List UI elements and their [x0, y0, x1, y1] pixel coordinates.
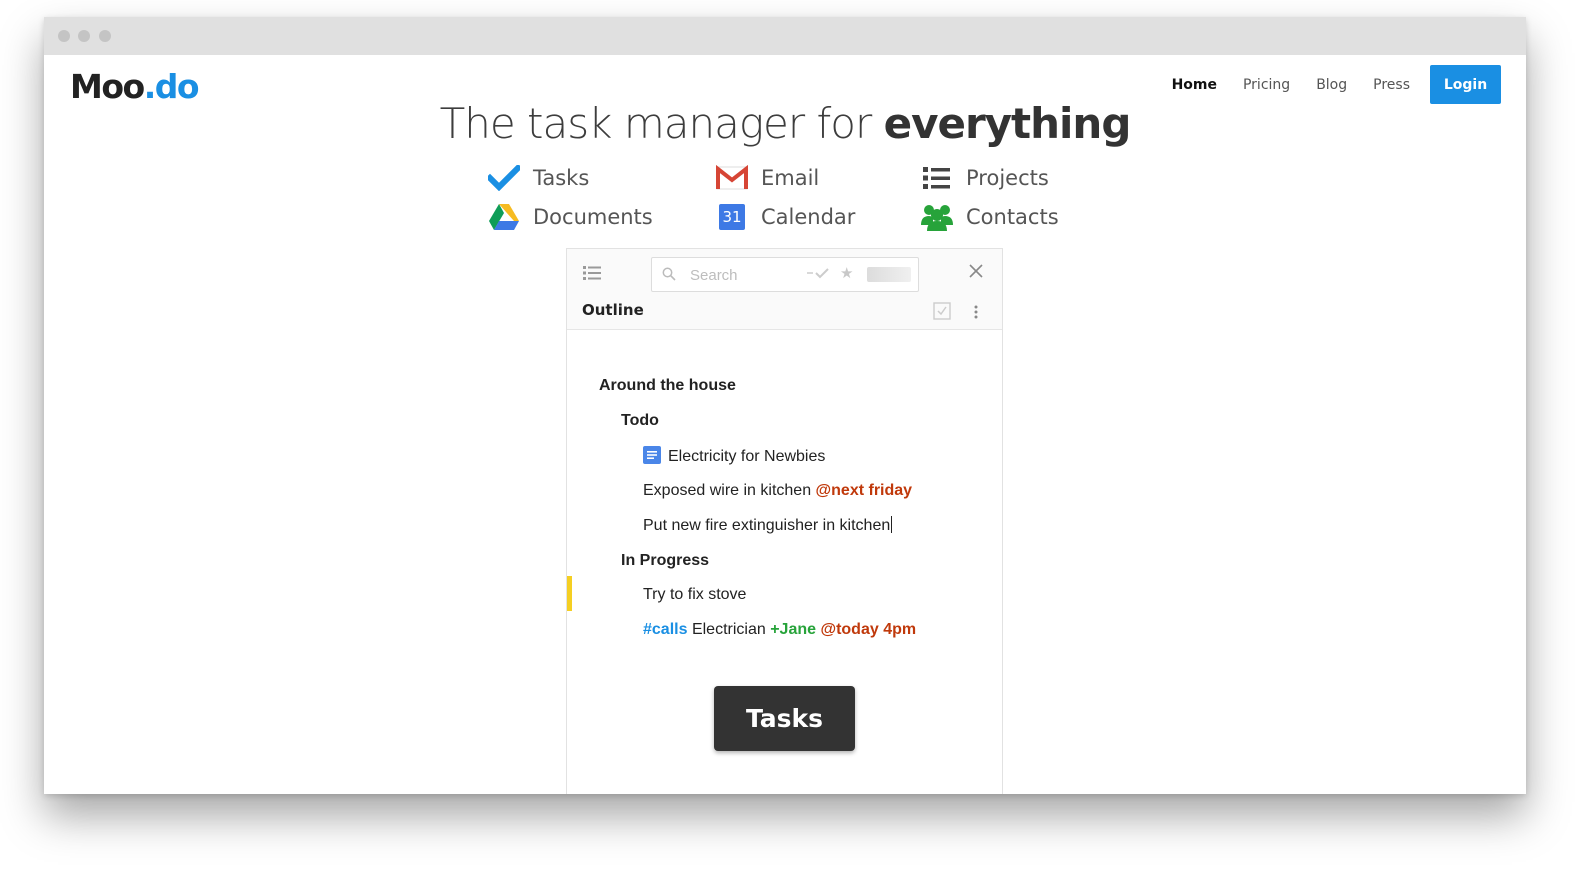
- electrician-text: Electrician: [691, 621, 766, 638]
- window-minimize-dot[interactable]: [78, 30, 90, 42]
- outline-title: Outline: [582, 301, 644, 319]
- hashtag[interactable]: #calls: [643, 621, 687, 638]
- headline-regular: The task manager for: [439, 99, 873, 148]
- drive-icon: [487, 202, 521, 232]
- in-progress-flag: [567, 576, 572, 611]
- outline-item-stove[interactable]: Try to fix stove: [643, 585, 746, 605]
- browser-titlebar: [44, 17, 1526, 55]
- outline-item-extinguisher[interactable]: Put new fire extinguisher in kitchen: [643, 516, 893, 536]
- outline-item-electrician[interactable]: #calls Electrician +Jane @today 4pm: [643, 620, 916, 640]
- window-maximize-dot[interactable]: [99, 30, 111, 42]
- nav-home[interactable]: Home: [1172, 77, 1217, 93]
- feature-documents: Documents: [487, 202, 653, 232]
- tasks-tooltip: Tasks: [714, 686, 855, 751]
- outline-section-in-progress[interactable]: In Progress: [621, 551, 709, 571]
- checkbox-icon[interactable]: [933, 302, 951, 325]
- doc-title: Electricity for Newbies: [668, 448, 826, 465]
- outline-section-todo[interactable]: Todo: [621, 411, 659, 431]
- feature-calendar-label: Calendar: [761, 205, 856, 229]
- extinguisher-text: Put new fire extinguisher in kitchen: [643, 517, 891, 534]
- document-icon: [643, 446, 661, 470]
- search-box: ★: [651, 257, 919, 292]
- star-filter-icon[interactable]: ★: [840, 264, 853, 282]
- close-icon[interactable]: [969, 264, 983, 283]
- outline-item-wire[interactable]: Exposed wire in kitchen @next friday: [643, 481, 912, 501]
- calendar-icon: 31: [715, 202, 749, 232]
- checkmark-icon: [487, 163, 521, 193]
- filter-toggle[interactable]: [867, 267, 911, 282]
- window-close-dot[interactable]: [58, 30, 70, 42]
- due-tag[interactable]: @today 4pm: [820, 621, 916, 638]
- wire-text: Exposed wire in kitchen: [643, 482, 812, 499]
- search-input[interactable]: [688, 264, 802, 286]
- gmail-icon: [715, 163, 749, 193]
- feature-projects-label: Projects: [966, 166, 1049, 190]
- due-tag[interactable]: @next friday: [816, 482, 913, 499]
- browser-window: Moo.do Home Pricing Blog Press Login The…: [44, 17, 1526, 794]
- outline-item-doc[interactable]: Electricity for Newbies: [643, 446, 825, 470]
- feature-contacts-label: Contacts: [966, 205, 1059, 229]
- nav-pricing[interactable]: Pricing: [1243, 77, 1290, 93]
- feature-tasks: Tasks: [487, 163, 589, 193]
- more-options-icon[interactable]: [974, 305, 978, 324]
- outline-group[interactable]: Around the house: [599, 376, 736, 396]
- feature-tasks-label: Tasks: [533, 166, 590, 190]
- contacts-icon: [920, 202, 954, 232]
- feature-email: Email: [715, 163, 819, 193]
- search-icon: [662, 267, 676, 286]
- feature-calendar: 31 Calendar: [715, 202, 855, 232]
- feature-email-label: Email: [761, 166, 820, 190]
- feature-contacts: Contacts: [920, 202, 1059, 232]
- feature-projects: Projects: [920, 163, 1049, 193]
- completed-filter-icon[interactable]: [806, 266, 830, 285]
- calendar-day: 31: [719, 204, 745, 230]
- person-tag[interactable]: +Jane: [770, 621, 816, 638]
- headline: The task manager for everything: [44, 99, 1526, 148]
- nav-blog[interactable]: Blog: [1316, 77, 1347, 93]
- outline-list-icon[interactable]: [583, 265, 601, 286]
- headline-bold: everything: [883, 99, 1132, 148]
- nav-press[interactable]: Press: [1373, 77, 1410, 93]
- page: Moo.do Home Pricing Blog Press Login The…: [44, 55, 1526, 794]
- list-icon: [920, 163, 954, 193]
- app-header: ★ Outline: [567, 249, 1002, 330]
- feature-documents-label: Documents: [533, 205, 653, 229]
- text-caret: [891, 516, 893, 533]
